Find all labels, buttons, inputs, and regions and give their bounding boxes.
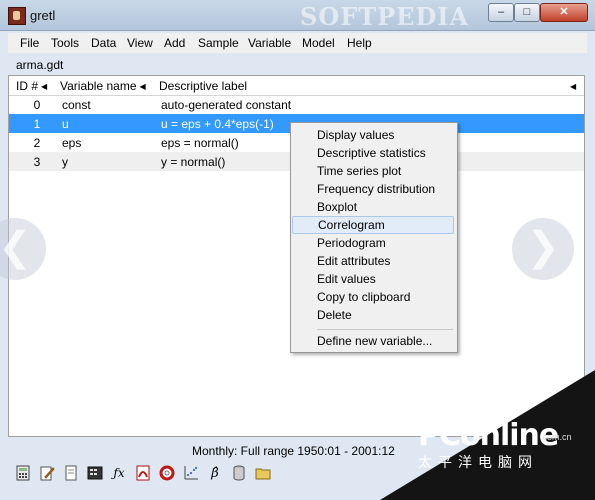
minimize-button[interactable]: – <box>488 3 514 22</box>
row-variable-name: eps <box>62 136 82 150</box>
row-variable-name: y <box>62 155 68 169</box>
menu-item-frequency-distribution[interactable]: Frequency distribution <box>291 180 457 198</box>
function-icon[interactable]: ƒx <box>110 464 128 482</box>
menu-data[interactable]: Data <box>91 36 116 50</box>
menu-item-edit-attributes[interactable]: Edit attributes <box>291 252 457 270</box>
header-descriptive-label[interactable]: Descriptive label <box>159 79 247 93</box>
menu-variable[interactable]: Variable <box>248 36 291 50</box>
title-bar[interactable]: gretl SOFTPEDIA – □ ✕ <box>0 0 595 31</box>
console-icon[interactable] <box>86 464 104 482</box>
menu-file[interactable]: File <box>20 36 39 50</box>
row-variable-name: u <box>62 117 69 131</box>
menu-item-edit-values[interactable]: Edit values <box>291 270 457 288</box>
status-range: Monthly: Full range 1950:01 - 2001:12 <box>192 444 395 458</box>
row-label: y = normal() <box>161 155 226 169</box>
menu-item-periodogram[interactable]: Periodogram <box>291 234 457 252</box>
header-variable-name[interactable]: Variable name ◀ <box>60 79 146 93</box>
row-id: 1 <box>33 117 41 131</box>
row-id: 3 <box>33 155 41 169</box>
header-scroll-arrow-icon[interactable]: ◀ <box>567 79 576 93</box>
dataset-filename: arma.gdt <box>16 58 64 72</box>
calculator-icon[interactable] <box>14 464 32 482</box>
beta-model-icon[interactable]: β̂ <box>206 464 224 482</box>
folder-icon[interactable] <box>254 464 272 482</box>
menu-model[interactable]: Model <box>302 36 335 50</box>
menu-item-display-values[interactable]: Display values <box>291 126 457 144</box>
pconline-chinese-name: 太平洋电脑网 <box>418 455 538 471</box>
database-icon[interactable] <box>230 464 248 482</box>
menu-help[interactable]: Help <box>347 36 372 50</box>
menu-view[interactable]: View <box>127 36 153 50</box>
menu-sample[interactable]: Sample <box>198 36 239 50</box>
pdf-help-icon[interactable] <box>134 464 152 482</box>
row-label: eps = normal() <box>161 136 239 150</box>
header-id[interactable]: ID # ◀ <box>16 79 47 93</box>
table-row[interactable]: 0 const auto-generated constant <box>9 95 584 114</box>
close-button[interactable]: ✕ <box>540 3 588 22</box>
pconline-logo: PConline <box>418 418 559 453</box>
sort-arrow-icon: ◀ <box>139 82 146 91</box>
menu-item-define-new-variable[interactable]: Define new variable... <box>291 332 457 350</box>
row-id: 2 <box>33 136 41 150</box>
menu-item-descriptive-statistics[interactable]: Descriptive statistics <box>291 144 457 162</box>
edit-script-icon[interactable] <box>38 464 56 482</box>
menu-item-correlogram[interactable]: Correlogram <box>292 216 454 234</box>
softpedia-watermark: SOFTPEDIA <box>300 2 470 31</box>
gallery-next-arrow-icon[interactable]: ❯ <box>512 218 574 280</box>
gretl-app-icon[interactable] <box>8 7 26 25</box>
menu-item-time-series-plot[interactable]: Time series plot <box>291 162 457 180</box>
window-title: gretl <box>30 8 56 23</box>
row-id: 0 <box>33 98 41 112</box>
menu-item-boxplot[interactable]: Boxplot <box>291 198 457 216</box>
row-variable-name: const <box>62 98 91 112</box>
row-label: auto-generated constant <box>161 98 292 112</box>
lifebuoy-help-icon[interactable] <box>158 464 176 482</box>
sort-arrow-icon: ◀ <box>41 82 48 91</box>
menu-tools[interactable]: Tools <box>51 36 79 50</box>
menu-bar: File Tools Data View Add Sample Variable… <box>8 33 587 53</box>
list-header: ID # ◀ Variable name ◀ Descriptive label ◀ <box>9 76 584 96</box>
menu-item-copy-to-clipboard[interactable]: Copy to clipboard <box>291 288 457 306</box>
scatter-plot-icon[interactable] <box>182 464 200 482</box>
menu-separator <box>317 329 453 330</box>
menu-item-delete[interactable]: Delete <box>291 306 457 324</box>
gretl-main-window: gretl SOFTPEDIA – □ ✕ File Tools Data Vi… <box>0 0 595 500</box>
maximize-button[interactable]: □ <box>514 3 540 22</box>
variable-context-menu: Display values Descriptive statistics Ti… <box>290 122 458 353</box>
menu-add[interactable]: Add <box>164 36 185 50</box>
pconline-domain: .com.cn <box>540 432 572 442</box>
new-script-icon[interactable] <box>62 464 80 482</box>
row-label: u = eps + 0.4*eps(-1) <box>161 117 274 131</box>
